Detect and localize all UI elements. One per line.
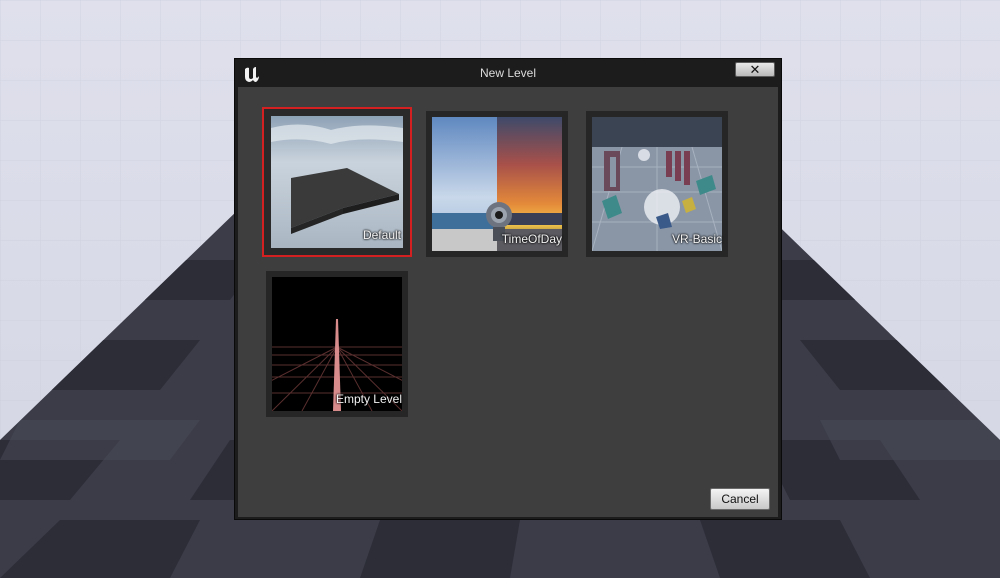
template-tile-vr-basic[interactable]: VR-Basic [586, 111, 728, 257]
template-grid: Default TimeOfDay VR-Basic Empty Level C… [238, 87, 778, 517]
dialog-title: New Level [479, 66, 537, 80]
template-thumbnail-empty-level [272, 277, 402, 411]
template-thumbnail-vr-basic [592, 117, 722, 251]
template-thumbnail-timeofday [432, 117, 562, 251]
dialog-titlebar[interactable]: New Level ✕ [235, 59, 781, 87]
template-label-vr-basic: VR-Basic [671, 232, 722, 246]
template-label-empty-level: Empty Level [335, 392, 402, 406]
close-button[interactable]: ✕ [735, 62, 775, 77]
new-level-dialog: New Level ✕ Default TimeOfDay VR-Basic E… [234, 58, 782, 520]
template-tile-empty-level[interactable]: Empty Level [266, 271, 408, 417]
template-label-timeofday: TimeOfDay [501, 232, 562, 246]
close-icon: ✕ [749, 62, 761, 77]
template-label-default: Default [362, 228, 401, 242]
cancel-button[interactable]: Cancel [710, 488, 770, 510]
template-tile-default[interactable]: Default [262, 107, 412, 257]
template-tile-timeofday[interactable]: TimeOfDay [426, 111, 568, 257]
